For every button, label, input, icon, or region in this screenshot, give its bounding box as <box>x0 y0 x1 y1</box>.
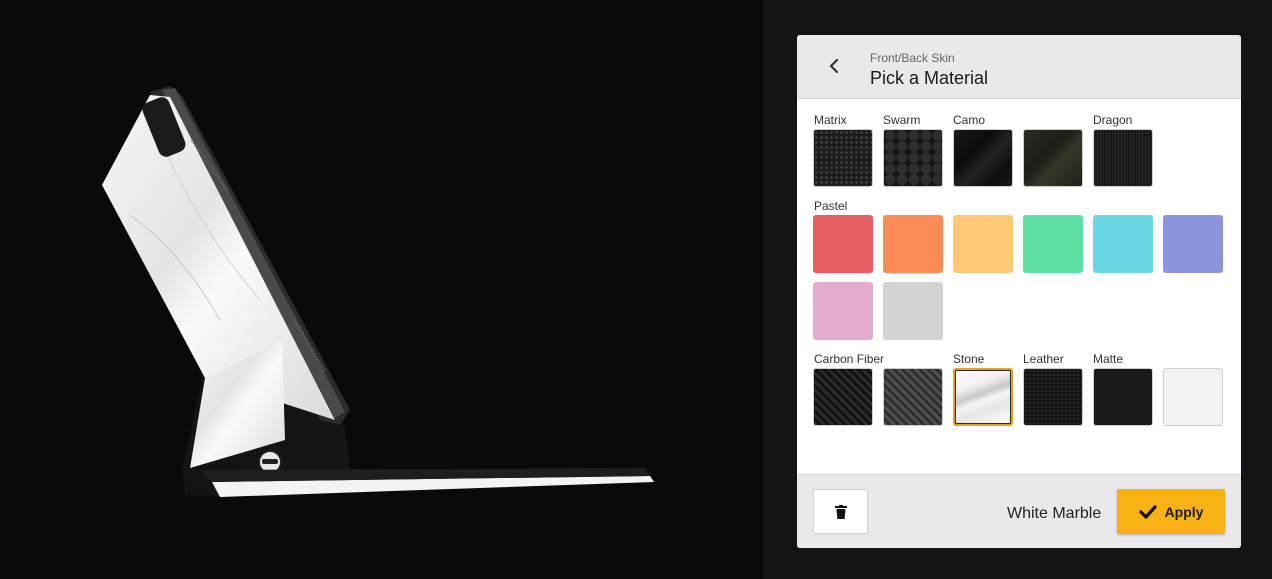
swatch-dragon[interactable] <box>1093 129 1153 187</box>
group-label-carbon-fiber: Carbon Fiber <box>814 352 885 366</box>
group-label-matte: Matte <box>1093 352 1124 366</box>
checkmark-icon <box>1138 504 1157 519</box>
swatch-pastel-orange[interactable] <box>883 215 943 273</box>
ipad-keyboard-preview <box>102 86 655 497</box>
swatch-carbon-fiber-black[interactable] <box>813 368 873 426</box>
swatch-pastel-grey[interactable] <box>883 282 943 340</box>
swatch-matte-white[interactable] <box>1163 368 1223 426</box>
group-label-dragon: Dragon <box>1093 113 1133 127</box>
selected-material-name: White Marble <box>1007 505 1102 522</box>
material-options: Matrix Swarm Camo Dragon Pastel Carbon F… <box>797 99 1241 474</box>
chevron-left-icon <box>829 58 839 74</box>
swatch-stone-white-marble[interactable] <box>953 368 1013 426</box>
material-picker-panel: Front/Back Skin Pick a Material Matrix S… <box>797 35 1241 548</box>
back-button[interactable] <box>819 51 849 81</box>
swatch-pastel-periwinkle[interactable] <box>1163 215 1223 273</box>
swatch-pastel-pink[interactable] <box>813 282 873 340</box>
trash-icon <box>834 504 847 519</box>
group-label-stone: Stone <box>953 352 985 366</box>
swatch-matrix[interactable] <box>813 129 873 187</box>
delete-button[interactable] <box>813 489 868 534</box>
swatch-swarm[interactable] <box>883 129 943 187</box>
page-title: Pick a Material <box>870 68 989 88</box>
swatch-camo-olive[interactable] <box>1023 129 1083 187</box>
swatch-leather-black[interactable] <box>1023 368 1083 426</box>
swatch-matte-black[interactable] <box>1093 368 1153 426</box>
swatch-pastel-cyan[interactable] <box>1093 215 1153 273</box>
product-preview-stage[interactable] <box>0 0 763 579</box>
group-label-camo: Camo <box>953 113 986 127</box>
swatch-camo-black[interactable] <box>953 129 1013 187</box>
swatch-carbon-fiber-grey[interactable] <box>883 368 943 426</box>
panel-footer: White Marble Apply <box>797 474 1241 548</box>
header-subtitle: Front/Back Skin <box>870 51 955 65</box>
group-label-pastel: Pastel <box>814 199 848 213</box>
swatch-pastel-yellow[interactable] <box>953 215 1013 273</box>
apply-label: Apply <box>1164 503 1204 520</box>
group-label-swarm: Swarm <box>883 113 921 127</box>
group-label-matrix: Matrix <box>814 113 847 127</box>
swatch-pastel-red[interactable] <box>813 215 873 273</box>
apply-button[interactable]: Apply <box>1117 489 1225 534</box>
panel-header: Front/Back Skin Pick a Material <box>797 35 1241 99</box>
swatch-pastel-green[interactable] <box>1023 215 1083 273</box>
group-label-leather: Leather <box>1023 352 1064 366</box>
